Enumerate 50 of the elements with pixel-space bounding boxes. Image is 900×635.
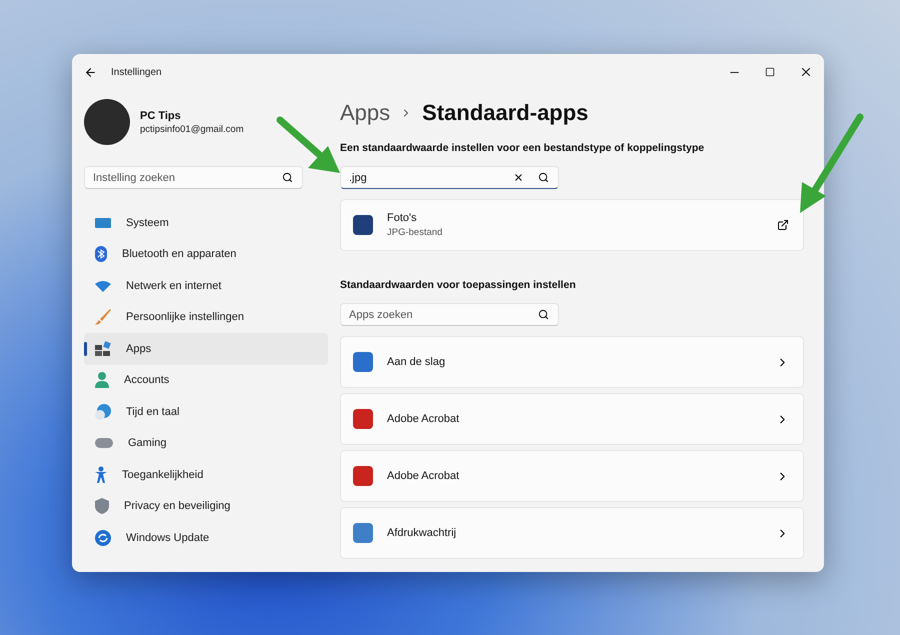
result-card[interactable]: Foto's JPG-bestand [340, 199, 804, 251]
accessibility-icon [94, 466, 108, 484]
avatar [84, 99, 130, 145]
sidebar-item[interactable]: Privacy en beveiliging [84, 490, 328, 522]
person-icon [94, 371, 110, 390]
search-icon [282, 172, 293, 183]
app-icon [353, 352, 373, 372]
brush-icon [94, 308, 112, 326]
external-link-icon[interactable] [777, 219, 789, 231]
back-icon[interactable] [84, 66, 97, 78]
bluetooth-icon [94, 245, 108, 264]
breadcrumb-link[interactable]: Apps [340, 100, 390, 126]
search-icon [538, 172, 549, 183]
user-name: PC Tips [140, 110, 182, 122]
user-email: pctipsinfo01@gmail.com [140, 124, 244, 134]
shield-icon [94, 497, 110, 516]
section-heading: Standaardwaarden voor toepassingen instellen [340, 279, 577, 291]
search-field[interactable]: Instelling zoeken [84, 166, 303, 189]
window-title: Instellingen [111, 66, 162, 78]
sidebar-item[interactable]: Apps [84, 333, 328, 364]
sync-icon [94, 528, 112, 547]
sidebar-item[interactable]: Systeem [84, 207, 328, 238]
monitor-icon [94, 216, 112, 230]
app-row[interactable]: Adobe Acrobat [340, 393, 804, 445]
app-row[interactable]: Aan de slag [340, 336, 804, 388]
file-type: JPG-bestand [387, 227, 442, 238]
sidebar-item[interactable]: Netwerk en internet [84, 270, 328, 302]
close-icon[interactable] [799, 65, 813, 79]
maximize-icon[interactable] [765, 67, 775, 77]
page-title: Standaard-apps [422, 100, 588, 126]
sidebar-item[interactable]: Toegankelijkheid [84, 459, 328, 490]
search-field[interactable]: Apps zoeken [340, 303, 559, 326]
section-heading: Een standaardwaarde instellen voor een bestandstype of koppelingstype [340, 142, 706, 154]
sidebar-item[interactable]: Bluetooth en apparaten [84, 238, 328, 270]
gamepad-icon [94, 436, 114, 450]
wifi-icon [94, 278, 112, 293]
clear-icon[interactable] [513, 172, 524, 183]
sidebar-item[interactable]: Gaming [84, 428, 328, 459]
apps-icon [94, 340, 112, 357]
app-row[interactable]: Afdrukwachtrij [340, 507, 804, 559]
search-field[interactable]: .jpg [340, 166, 559, 189]
app-row[interactable]: Adobe Acrobat [340, 450, 804, 502]
sidebar-item[interactable]: Tijd en taal [84, 396, 328, 428]
globe-clock-icon [94, 402, 112, 421]
app-name: Foto's [387, 212, 418, 224]
annotation-arrow [276, 116, 340, 173]
search-icon [538, 309, 549, 320]
sidebar-item[interactable]: Persoonlijke instellingen [84, 302, 328, 333]
sidebar-item[interactable]: Windows Update [84, 522, 328, 554]
sidebar-item[interactable]: Accounts [84, 364, 328, 396]
